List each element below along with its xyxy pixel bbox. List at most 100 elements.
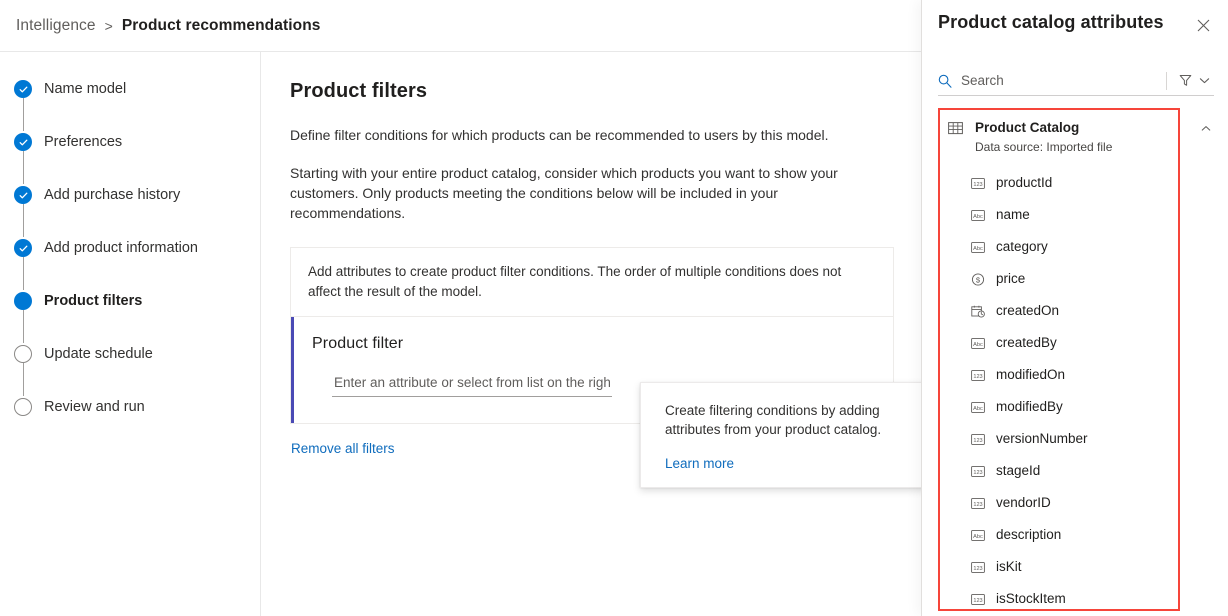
svg-text:123: 123 bbox=[973, 437, 982, 443]
text-abc-icon: Abc bbox=[971, 402, 985, 413]
attribute-list-item[interactable]: Abc modifiedBy bbox=[940, 391, 1178, 423]
attribute-name: versionNumber bbox=[996, 431, 1088, 447]
step-connector bbox=[23, 257, 25, 290]
table-grid-icon bbox=[948, 121, 963, 141]
attribute-list-item[interactable]: 123 isStockItem bbox=[940, 583, 1178, 611]
wizard-step-name-model[interactable]: Name model bbox=[0, 78, 260, 100]
attribute-list-item[interactable]: 123 vendorID bbox=[940, 487, 1178, 519]
product-filter-card-title: Product filter bbox=[312, 335, 877, 353]
app-root: Intelligence > Product recommendations N… bbox=[0, 0, 1228, 616]
callout-learn-more-link[interactable]: Learn more bbox=[665, 456, 734, 471]
attribute-list-item[interactable]: 123 modifiedOn bbox=[940, 359, 1178, 391]
svg-text:$: $ bbox=[976, 275, 981, 284]
attribute-list-item[interactable]: Abcname bbox=[940, 199, 1178, 231]
step-marker-current bbox=[14, 292, 32, 310]
attribute-list-item[interactable]: 123 productId bbox=[940, 167, 1178, 199]
svg-text:123: 123 bbox=[973, 565, 982, 571]
step-marker-done bbox=[14, 239, 32, 257]
panel-header: Product catalog attributes bbox=[922, 0, 1228, 40]
svg-text:Abc: Abc bbox=[973, 405, 983, 411]
page-title: Product filters bbox=[290, 80, 891, 103]
catalog-group-name: Product Catalog bbox=[975, 119, 1112, 136]
intro-paragraph-2: Starting with your entire product catalo… bbox=[290, 163, 882, 223]
attribute-name: isKit bbox=[996, 559, 1022, 575]
wizard-stepper-rail: Name model Preferences Add purchase histor… bbox=[0, 52, 261, 616]
search-input[interactable] bbox=[961, 73, 1166, 88]
intro-paragraph-1: Define filter conditions for which produ… bbox=[290, 125, 882, 145]
step-marker-todo bbox=[14, 345, 32, 363]
wizard-step-label: Review and run bbox=[44, 398, 145, 416]
step-connector bbox=[23, 363, 25, 396]
number-123-icon: 123 bbox=[971, 498, 985, 509]
attribute-list-item[interactable]: 123 versionNumber bbox=[940, 423, 1178, 455]
search-toolbar-divider bbox=[1166, 72, 1167, 90]
attribute-name: modifiedOn bbox=[996, 367, 1065, 383]
attribute-input[interactable] bbox=[332, 375, 612, 397]
attribute-list-item[interactable]: 123 isKit bbox=[940, 551, 1178, 583]
step-connector bbox=[23, 310, 25, 343]
calendar-clock-icon bbox=[971, 306, 985, 317]
catalog-group-header[interactable]: Product Catalog Data source: Imported fi… bbox=[940, 110, 1178, 155]
chevron-up-icon[interactable] bbox=[1194, 116, 1218, 140]
wizard-step-product-filters[interactable]: Product filters bbox=[0, 290, 260, 312]
number-123-icon: 123 bbox=[971, 466, 985, 477]
remove-all-filters-link[interactable]: Remove all filters bbox=[291, 441, 395, 456]
svg-text:Abc: Abc bbox=[973, 533, 983, 539]
step-connector bbox=[23, 98, 25, 131]
attribute-name: name bbox=[996, 207, 1030, 223]
attribute-name: description bbox=[996, 527, 1061, 543]
breadcrumb-separator-icon: > bbox=[105, 18, 113, 34]
step-marker-done bbox=[14, 186, 32, 204]
catalog-attributes-list: 123productIdAbcnameAbccategory$pricecrea… bbox=[940, 167, 1178, 611]
step-connector bbox=[23, 204, 25, 237]
svg-text:123: 123 bbox=[973, 373, 982, 379]
attribute-list-item[interactable]: $price bbox=[940, 263, 1178, 295]
attribute-list-item[interactable]: createdOn bbox=[940, 295, 1178, 327]
main-content: Product filters Define filter conditions… bbox=[261, 52, 921, 616]
attribute-name: vendorID bbox=[996, 495, 1051, 511]
wizard-step-label: Product filters bbox=[44, 292, 142, 310]
step-connector bbox=[23, 151, 25, 184]
text-abc-icon: Abc bbox=[971, 242, 985, 253]
attribute-list-item[interactable]: Abc description bbox=[940, 519, 1178, 551]
step-marker-done bbox=[14, 80, 32, 98]
number-123-icon: 123 bbox=[971, 562, 985, 573]
svg-text:123: 123 bbox=[973, 501, 982, 507]
search-icon bbox=[938, 74, 952, 88]
teaching-callout: Create filtering conditions by adding at… bbox=[640, 382, 945, 488]
currency-dollar-icon: $ bbox=[971, 274, 985, 285]
product-catalog-attributes-panel: Product catalog attributes bbox=[921, 0, 1228, 616]
attribute-name: stageId bbox=[996, 463, 1040, 479]
wizard-step-label: Preferences bbox=[44, 133, 122, 151]
attribute-list-item[interactable]: AbccreatedBy bbox=[940, 327, 1178, 359]
wizard-step-preferences[interactable]: Preferences bbox=[0, 131, 260, 153]
svg-text:Abc: Abc bbox=[973, 341, 983, 347]
attribute-name: category bbox=[996, 239, 1048, 255]
attribute-name: productId bbox=[996, 175, 1052, 191]
wizard-step-add-purchase-history[interactable]: Add purchase history bbox=[0, 184, 260, 206]
close-icon[interactable] bbox=[1188, 10, 1218, 40]
step-marker-done bbox=[14, 133, 32, 151]
number-123-icon: 123 bbox=[971, 594, 985, 605]
svg-text:123: 123 bbox=[973, 469, 982, 475]
number-123-icon: 123 bbox=[971, 434, 985, 445]
wizard-step-add-product-information[interactable]: Add product information bbox=[0, 237, 260, 259]
attribute-name: modifiedBy bbox=[996, 399, 1063, 415]
wizard-step-label: Update schedule bbox=[44, 345, 153, 363]
filter-funnel-icon[interactable] bbox=[1176, 74, 1195, 87]
attribute-name: isStockItem bbox=[996, 591, 1066, 607]
attribute-list-item[interactable]: Abc category bbox=[940, 231, 1178, 263]
breadcrumb-parent-link[interactable]: Intelligence bbox=[16, 17, 96, 35]
filter-instructions-note: Add attributes to create product filter … bbox=[291, 248, 893, 317]
attribute-list-item[interactable]: 123 stageId bbox=[940, 455, 1178, 487]
catalog-group-datasource: Data source: Imported file bbox=[975, 140, 1112, 155]
chevron-down-icon[interactable] bbox=[1195, 74, 1214, 87]
wizard-step-label: Name model bbox=[44, 80, 126, 98]
text-abc-icon: Abc bbox=[971, 530, 985, 541]
svg-text:123: 123 bbox=[973, 181, 982, 187]
wizard-step-update-schedule[interactable]: Update schedule bbox=[0, 343, 260, 365]
svg-text:123: 123 bbox=[973, 597, 982, 603]
attribute-name: createdOn bbox=[996, 303, 1059, 319]
number-123-icon: 123 bbox=[971, 370, 985, 381]
wizard-step-review-and-run[interactable]: Review and run bbox=[0, 396, 260, 418]
